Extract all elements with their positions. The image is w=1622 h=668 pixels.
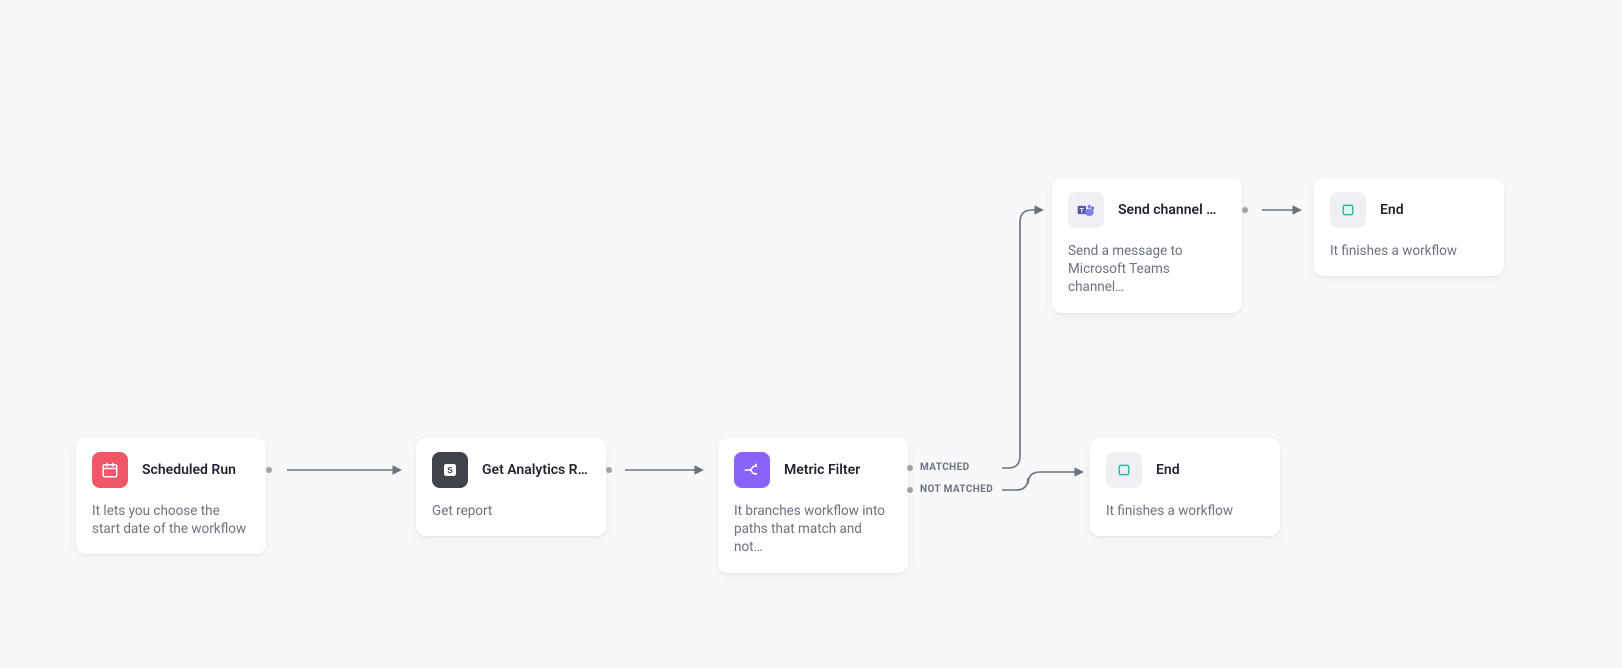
node-get-analytics[interactable]: S Get Analytics R… Get report xyxy=(416,438,606,536)
calendar-icon xyxy=(92,452,128,488)
node-title: End xyxy=(1380,202,1404,218)
output-port[interactable] xyxy=(606,467,612,473)
node-send-channel-message[interactable]: T Send channel m… Send a message to Micr… xyxy=(1052,178,1242,313)
branch-label-matched: MATCHED xyxy=(920,462,970,473)
app-s-icon: S xyxy=(432,452,468,488)
node-description: It finishes a workflow xyxy=(1330,242,1488,260)
node-description: It lets you choose the start date of the… xyxy=(92,502,250,538)
node-title: Metric Filter xyxy=(784,462,860,478)
node-description: Send a message to Microsoft Teams channe… xyxy=(1068,242,1226,297)
svg-text:T: T xyxy=(1080,208,1084,215)
node-end-bottom[interactable]: End It finishes a workflow xyxy=(1090,438,1280,536)
branch-icon xyxy=(734,452,770,488)
node-end-top[interactable]: End It finishes a workflow xyxy=(1314,178,1504,276)
node-description: It branches workflow into paths that mat… xyxy=(734,502,892,557)
svg-text:S: S xyxy=(447,466,453,475)
node-title: Get Analytics R… xyxy=(482,462,588,478)
teams-icon: T xyxy=(1068,192,1104,228)
output-port[interactable] xyxy=(1242,207,1248,213)
workflow-canvas[interactable]: Scheduled Run It lets you choose the sta… xyxy=(0,0,1622,668)
output-port-matched[interactable] xyxy=(907,465,913,471)
stop-icon xyxy=(1106,452,1142,488)
node-description: It finishes a workflow xyxy=(1106,502,1264,520)
stop-icon xyxy=(1330,192,1366,228)
node-description: Get report xyxy=(432,502,590,520)
output-port-not-matched[interactable] xyxy=(907,487,913,493)
branch-label-not-matched: NOT MATCHED xyxy=(920,484,993,495)
node-title: End xyxy=(1156,462,1180,478)
node-scheduled-run[interactable]: Scheduled Run It lets you choose the sta… xyxy=(76,438,266,554)
node-metric-filter[interactable]: Metric Filter It branches workflow into … xyxy=(718,438,908,573)
node-title: Send channel m… xyxy=(1118,202,1226,218)
output-port[interactable] xyxy=(266,467,272,473)
node-title: Scheduled Run xyxy=(142,462,236,478)
